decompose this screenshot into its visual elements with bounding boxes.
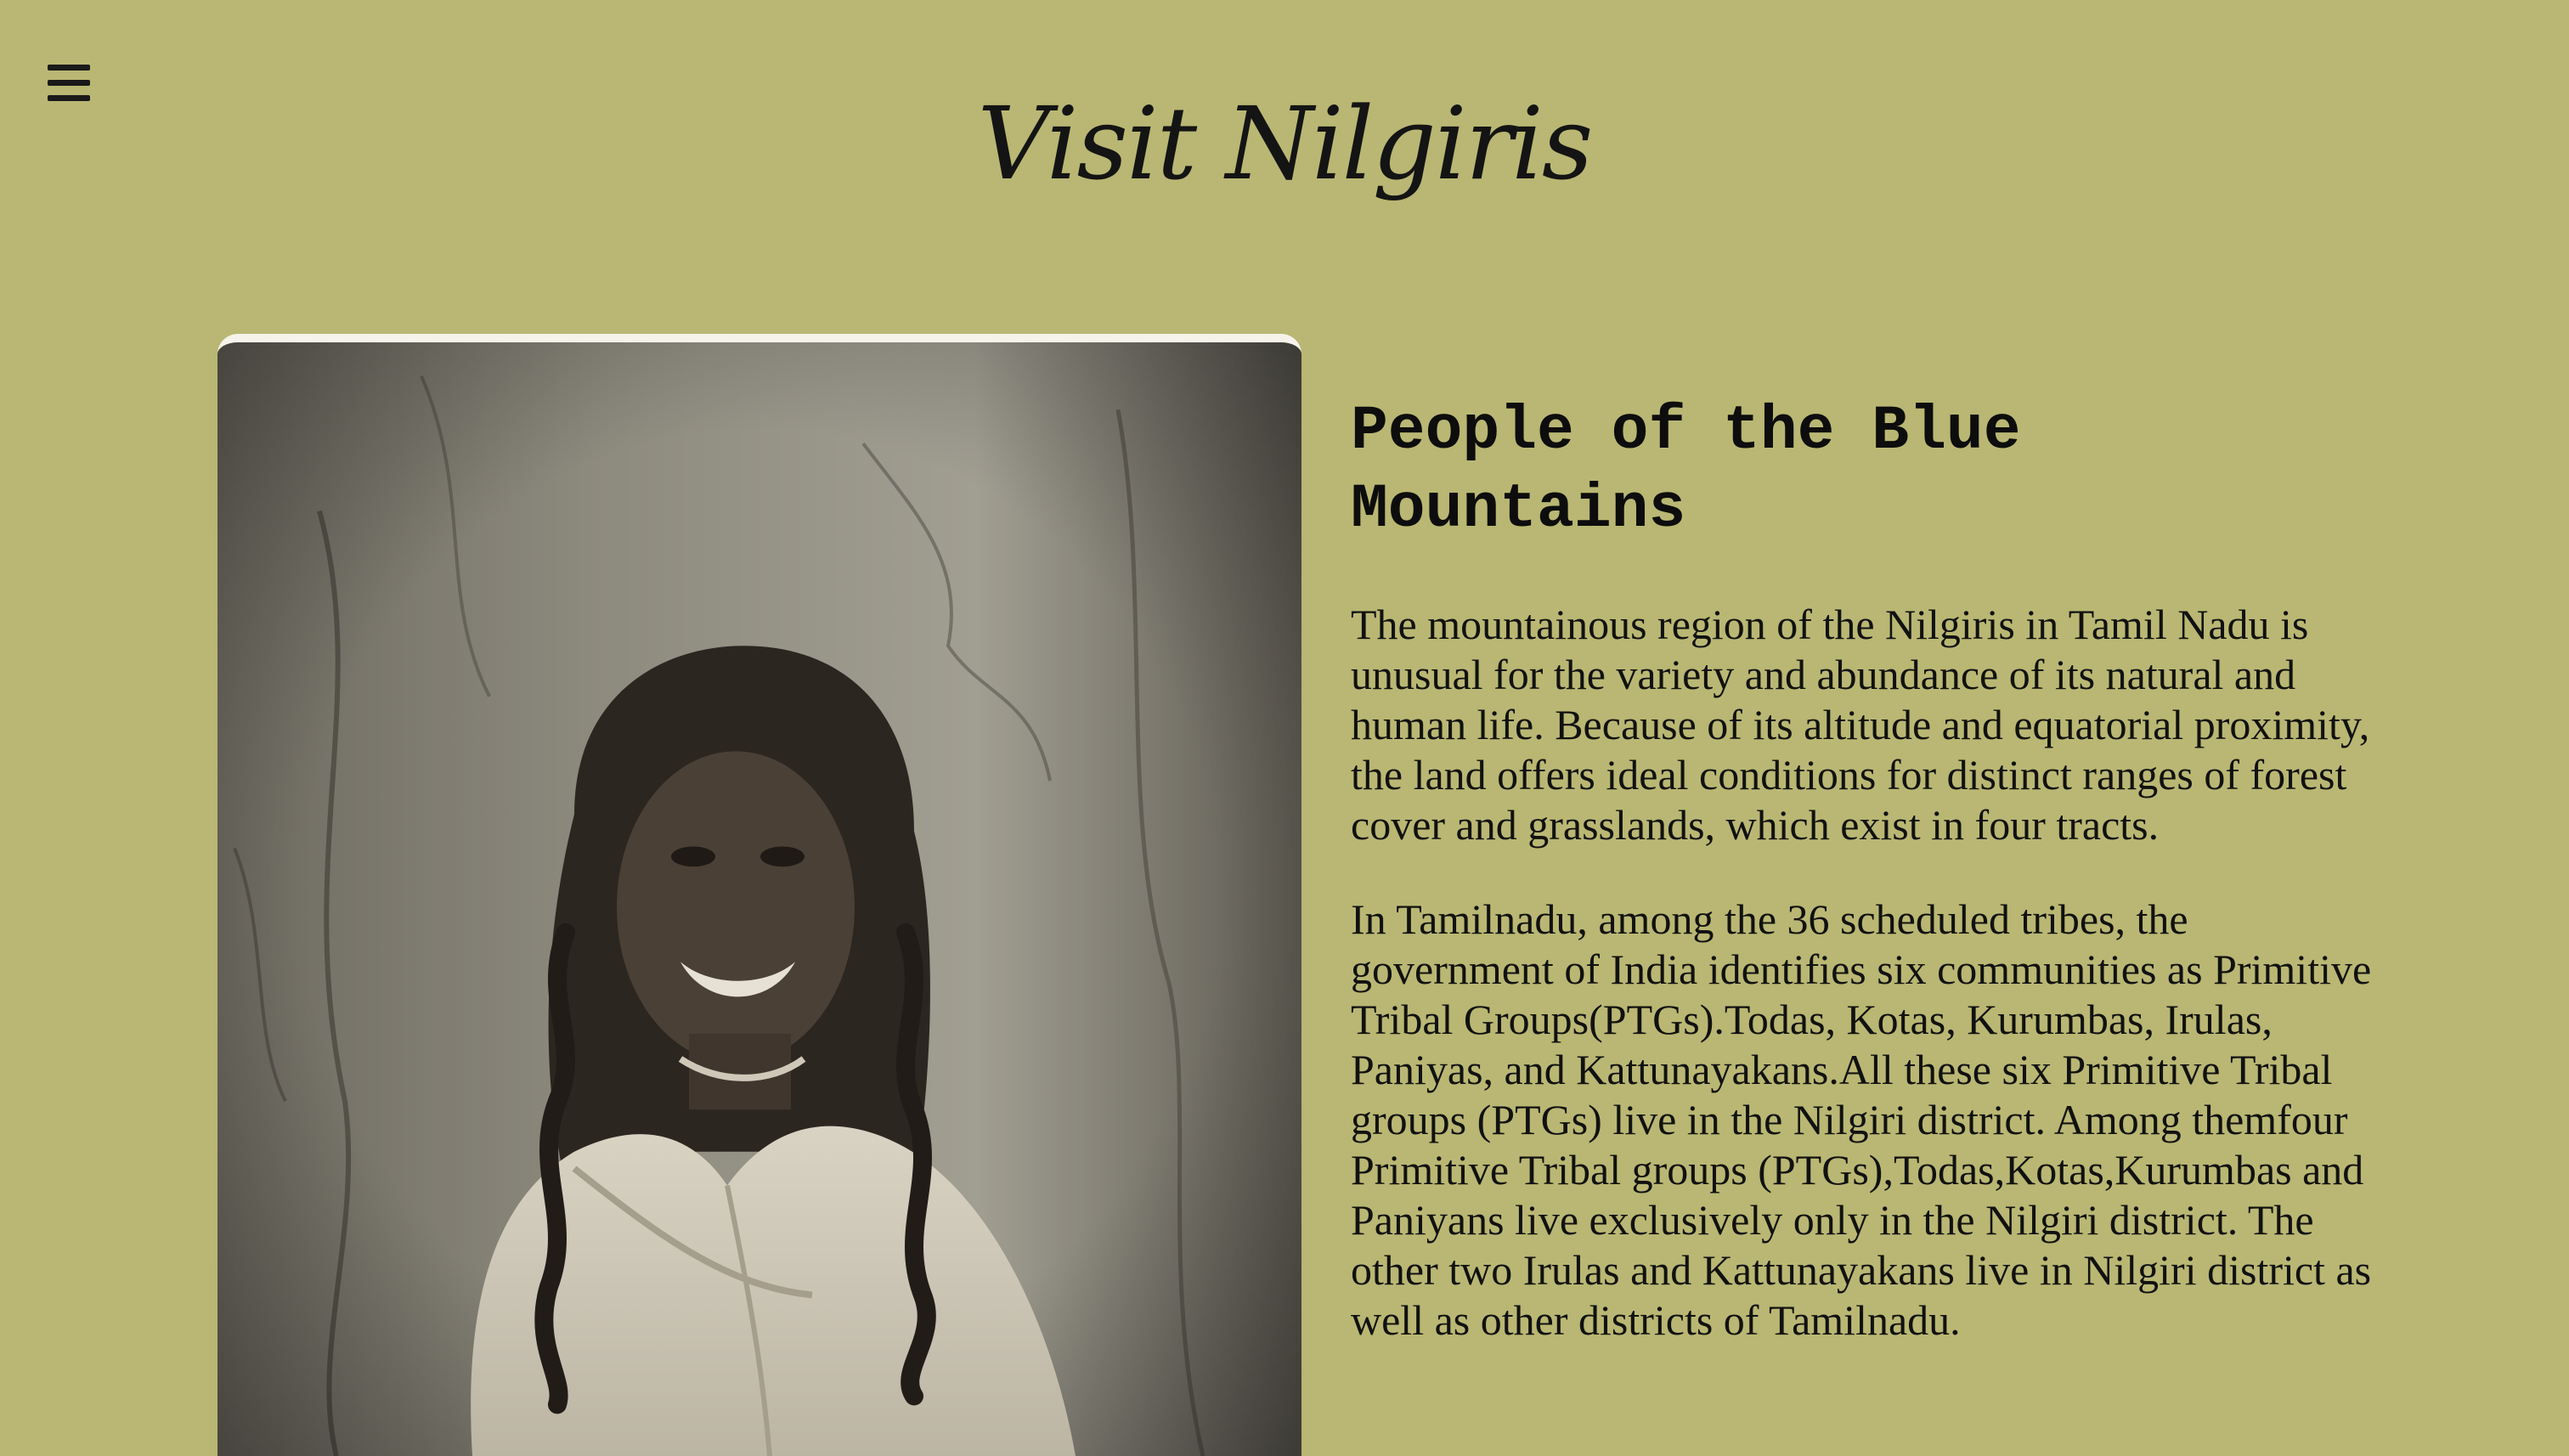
article-paragraph-2: In Tamilnadu, among the 36 scheduled tri…: [1351, 895, 2372, 1344]
menu-bar-middle: [48, 80, 90, 86]
article-content: People of the Blue Mountains The mountai…: [1351, 392, 2379, 1390]
menu-bar-top: [48, 65, 90, 71]
site-title[interactable]: Visit Nilgiris: [0, 93, 2569, 194]
portrait-photo: [217, 334, 1301, 1456]
article-heading: People of the Blue Mountains: [1351, 396, 2021, 545]
portrait-image: [217, 342, 1301, 1456]
article-paragraph-1: The mountainous region of the Nilgiris i…: [1351, 601, 2370, 849]
